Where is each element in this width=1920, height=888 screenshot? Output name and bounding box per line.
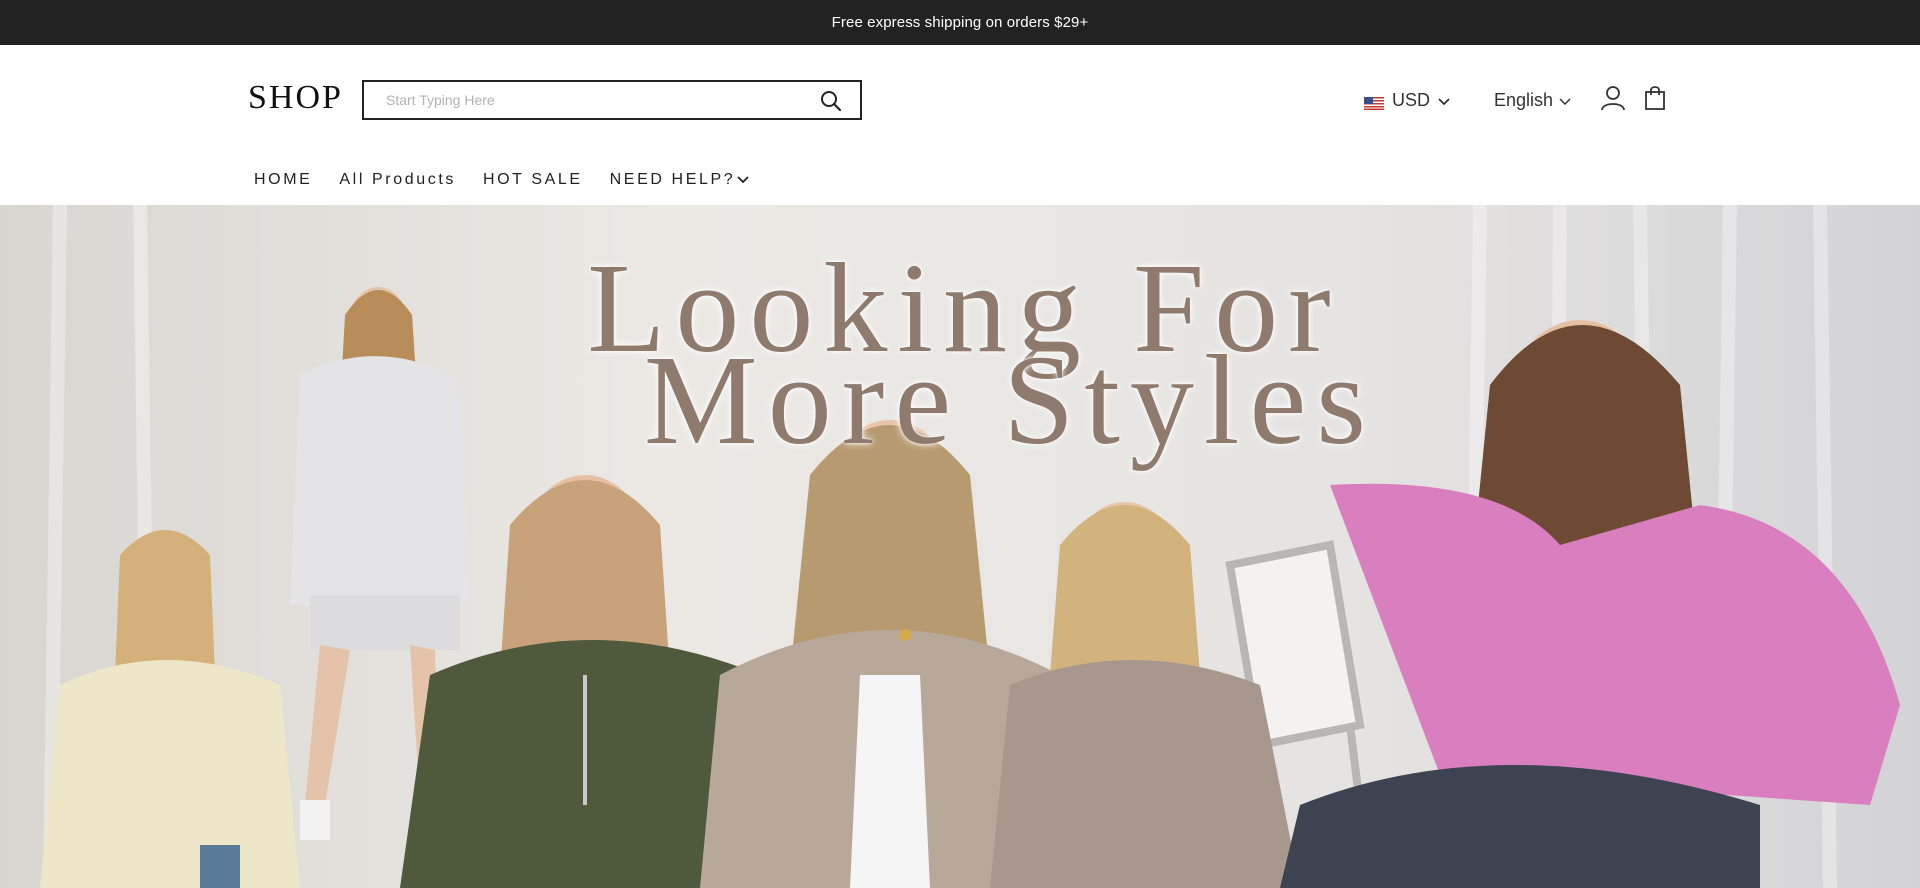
- chevron-down-icon: [1559, 90, 1571, 111]
- language-label: English: [1494, 89, 1554, 110]
- search-icon[interactable]: [820, 90, 842, 112]
- currency-selector[interactable]: USD: [1364, 87, 1450, 113]
- language-selector[interactable]: English: [1494, 87, 1571, 113]
- site-logo[interactable]: SHOP: [248, 79, 343, 117]
- nav-item-all-products[interactable]: All Products: [339, 171, 456, 189]
- hero-headline-line2: More Styles: [643, 329, 1377, 471]
- announcement-bar: Free express shipping on orders $29+: [0, 0, 1920, 45]
- announcement-text: Free express shipping on orders $29+: [831, 14, 1089, 31]
- us-flag-icon: [1364, 94, 1384, 110]
- account-icon[interactable]: [1600, 85, 1626, 111]
- search-input[interactable]: [386, 85, 806, 115]
- chevron-down-icon: [1438, 90, 1450, 111]
- cart-icon[interactable]: [1644, 85, 1666, 111]
- currency-label: USD: [1392, 89, 1431, 110]
- site-header: SHOP USD English: [0, 45, 1920, 205]
- hero-banner[interactable]: Looking For More Styles: [0, 205, 1920, 888]
- nav-item-need-help-label: NEED HELP?: [609, 171, 736, 188]
- nav-item-home[interactable]: HOME: [254, 171, 312, 189]
- nav-item-need-help[interactable]: NEED HELP?: [610, 171, 750, 189]
- nav-item-hot-sale[interactable]: HOT SALE: [483, 171, 583, 189]
- chevron-down-icon: [737, 171, 749, 189]
- main-nav: HOME All Products HOT SALE NEED HELP?: [254, 169, 776, 191]
- search-box: [362, 80, 862, 120]
